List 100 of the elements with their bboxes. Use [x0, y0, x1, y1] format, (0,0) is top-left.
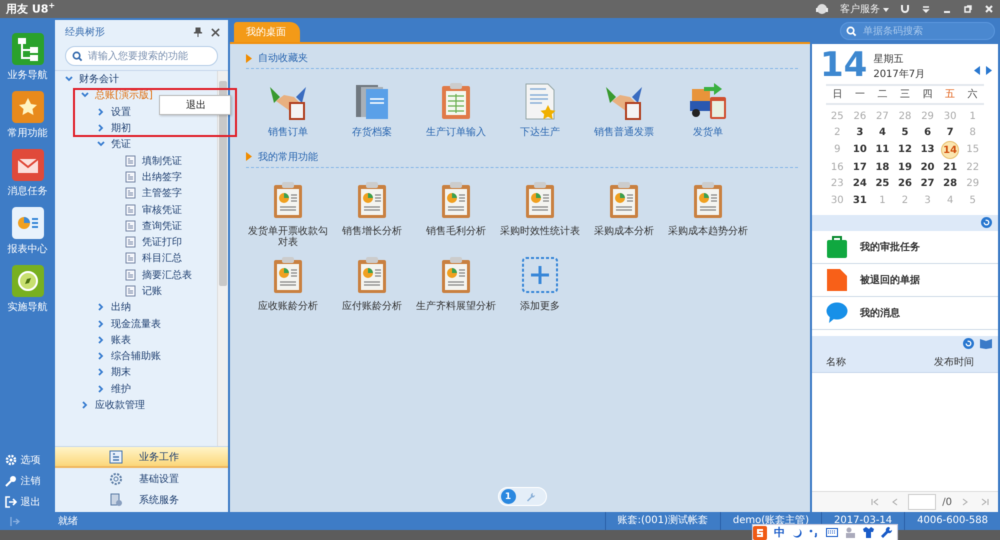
- calendar-date[interactable]: 28: [938, 176, 962, 192]
- chevron-down-icon[interactable]: [65, 75, 73, 84]
- refresh-icon[interactable]: [981, 217, 992, 228]
- menu-item[interactable]: 退出: [160, 96, 230, 114]
- tree-item[interactable]: 科目汇总: [142, 251, 182, 266]
- tree-item[interactable]: 应收款管理: [95, 398, 145, 412]
- shortcut-tile[interactable]: 销售订单: [246, 81, 330, 138]
- shirt-icon[interactable]: [863, 527, 874, 538]
- calendar-date[interactable]: 18: [871, 159, 894, 176]
- chevron-right-icon[interactable]: [97, 320, 105, 328]
- calendar-date[interactable]: 7: [938, 124, 962, 141]
- calendar-date[interactable]: 13: [916, 141, 939, 158]
- chevron-right-icon[interactable]: [97, 124, 105, 132]
- keyboard-icon[interactable]: [826, 528, 838, 537]
- chevron-right-icon[interactable]: [97, 303, 105, 312]
- tree-item[interactable]: 审核凭证: [142, 202, 182, 217]
- shortcut-tile[interactable]: 销售增长分析: [330, 180, 414, 248]
- barcode-search-field[interactable]: 单据条码搜索: [840, 22, 995, 40]
- tree-item[interactable]: 凭证打印: [142, 235, 182, 250]
- tree-item[interactable]: 出纳: [111, 300, 131, 314]
- page-field[interactable]: [908, 494, 936, 510]
- chevron-right-icon[interactable]: [97, 352, 105, 360]
- restore-icon[interactable]: [963, 4, 973, 14]
- task-item[interactable]: 被退回的单据: [812, 264, 998, 296]
- close-icon[interactable]: [211, 28, 220, 36]
- tree-item[interactable]: 出纳签字: [142, 170, 182, 184]
- tree-item[interactable]: 期初: [111, 121, 131, 136]
- calendar-date[interactable]: 31: [848, 192, 872, 208]
- calendar-date[interactable]: 21: [938, 159, 962, 176]
- tree-item[interactable]: 查询凭证: [142, 218, 182, 233]
- s-logo-icon[interactable]: [753, 526, 767, 540]
- book-icon[interactable]: [980, 338, 992, 349]
- tree-item[interactable]: 记账: [142, 284, 162, 298]
- customer-service-menu[interactable]: 客户服务: [840, 2, 889, 16]
- menu-icon[interactable]: [921, 4, 931, 14]
- calendar-date[interactable]: 14: [941, 141, 960, 159]
- calendar-date[interactable]: 6: [916, 124, 939, 141]
- tree-item[interactable]: 凭证: [111, 137, 131, 152]
- task-item[interactable]: 我的审批任务: [812, 230, 998, 264]
- shortcut-tile[interactable]: 采购成本趋势分析: [666, 180, 750, 248]
- tree-item[interactable]: 摘要汇总表: [142, 268, 192, 282]
- shortcut-tile[interactable]: 发货单开票收款勾对表: [246, 180, 330, 248]
- calendar-date[interactable]: 11: [871, 141, 894, 158]
- task-item[interactable]: 我的消息: [812, 296, 998, 330]
- tree-item[interactable]: 财务会计: [79, 72, 119, 86]
- module-tab[interactable]: 系统服务: [55, 489, 228, 510]
- punctuation-icon[interactable]: [809, 528, 819, 538]
- tree-item[interactable]: 填制凭证: [142, 154, 182, 168]
- nav-item[interactable]: 报表中心: [8, 207, 48, 256]
- calendar-date[interactable]: 5: [894, 124, 916, 141]
- chevron-down-icon[interactable]: [81, 91, 89, 100]
- shortcut-tile[interactable]: 应付账龄分析: [330, 254, 414, 312]
- next-icon[interactable]: [986, 66, 992, 75]
- nav-item[interactable]: 消息任务: [8, 149, 48, 198]
- calendar-date[interactable]: 24: [848, 176, 872, 192]
- refresh-icon[interactable]: [963, 338, 974, 349]
- chevron-right-icon[interactable]: [81, 401, 89, 410]
- shortcut-tile[interactable]: 生产齐料展望分析: [414, 254, 498, 312]
- shortcut-tile[interactable]: 添加更多: [498, 254, 582, 312]
- shortcut-tile[interactable]: 销售普通发票: [582, 81, 666, 138]
- page-dot[interactable]: 1: [500, 489, 516, 504]
- moon-icon[interactable]: [792, 528, 802, 538]
- module-tab[interactable]: 基础设置: [55, 468, 228, 489]
- tree-item[interactable]: 综合辅助账: [111, 349, 161, 364]
- calendar-date[interactable]: 19: [894, 159, 916, 176]
- pin-icon[interactable]: [193, 27, 203, 37]
- tree-item[interactable]: 现金流量表: [111, 316, 161, 331]
- shortcut-tile[interactable]: 发货单: [666, 81, 750, 138]
- shortcut-tile[interactable]: 生产订单输入: [414, 81, 498, 138]
- expand-icon[interactable]: [10, 516, 20, 526]
- shortcut-tile[interactable]: 采购时效性统计表: [498, 180, 582, 248]
- tree-item[interactable]: 维护: [111, 382, 131, 396]
- nav-item[interactable]: 业务导航: [8, 33, 48, 82]
- tree-item[interactable]: 主管签字: [142, 186, 182, 200]
- calendar-date[interactable]: 17: [848, 159, 872, 176]
- nav-item[interactable]: 常用功能: [8, 91, 48, 140]
- previous-icon[interactable]: [974, 66, 980, 75]
- search-field[interactable]: 请输入您要搜索的功能: [65, 46, 218, 66]
- chevron-right-icon[interactable]: [97, 108, 105, 116]
- tree-item[interactable]: 期末: [111, 365, 131, 380]
- calendar-date[interactable]: 10: [848, 141, 872, 158]
- shortcut-tile[interactable]: 采购成本分析: [582, 180, 666, 248]
- chevron-right-icon[interactable]: [97, 336, 105, 344]
- shortcut-tile[interactable]: 下达生产: [498, 81, 582, 138]
- tree-item[interactable]: 设置: [111, 104, 131, 119]
- user-icon[interactable]: [845, 527, 856, 538]
- shortcut-tile[interactable]: 存货档案: [330, 81, 414, 138]
- nav-option[interactable]: 选项: [4, 449, 50, 470]
- magnet-icon[interactable]: [900, 4, 910, 14]
- chevron-right-icon[interactable]: [97, 368, 105, 376]
- wrench-icon[interactable]: [881, 527, 892, 538]
- calendar-date[interactable]: 25: [871, 176, 894, 192]
- tree-item[interactable]: 账表: [111, 332, 131, 347]
- nav-option[interactable]: 退出: [4, 491, 50, 512]
- chevron-right-icon[interactable]: [97, 384, 105, 393]
- calendar-date[interactable]: 4: [871, 124, 894, 141]
- calendar-date[interactable]: 12: [894, 141, 916, 158]
- calendar-date[interactable]: 20: [916, 159, 939, 176]
- scrollbar[interactable]: [217, 71, 228, 446]
- shortcut-tile[interactable]: 销售毛利分析: [414, 180, 498, 248]
